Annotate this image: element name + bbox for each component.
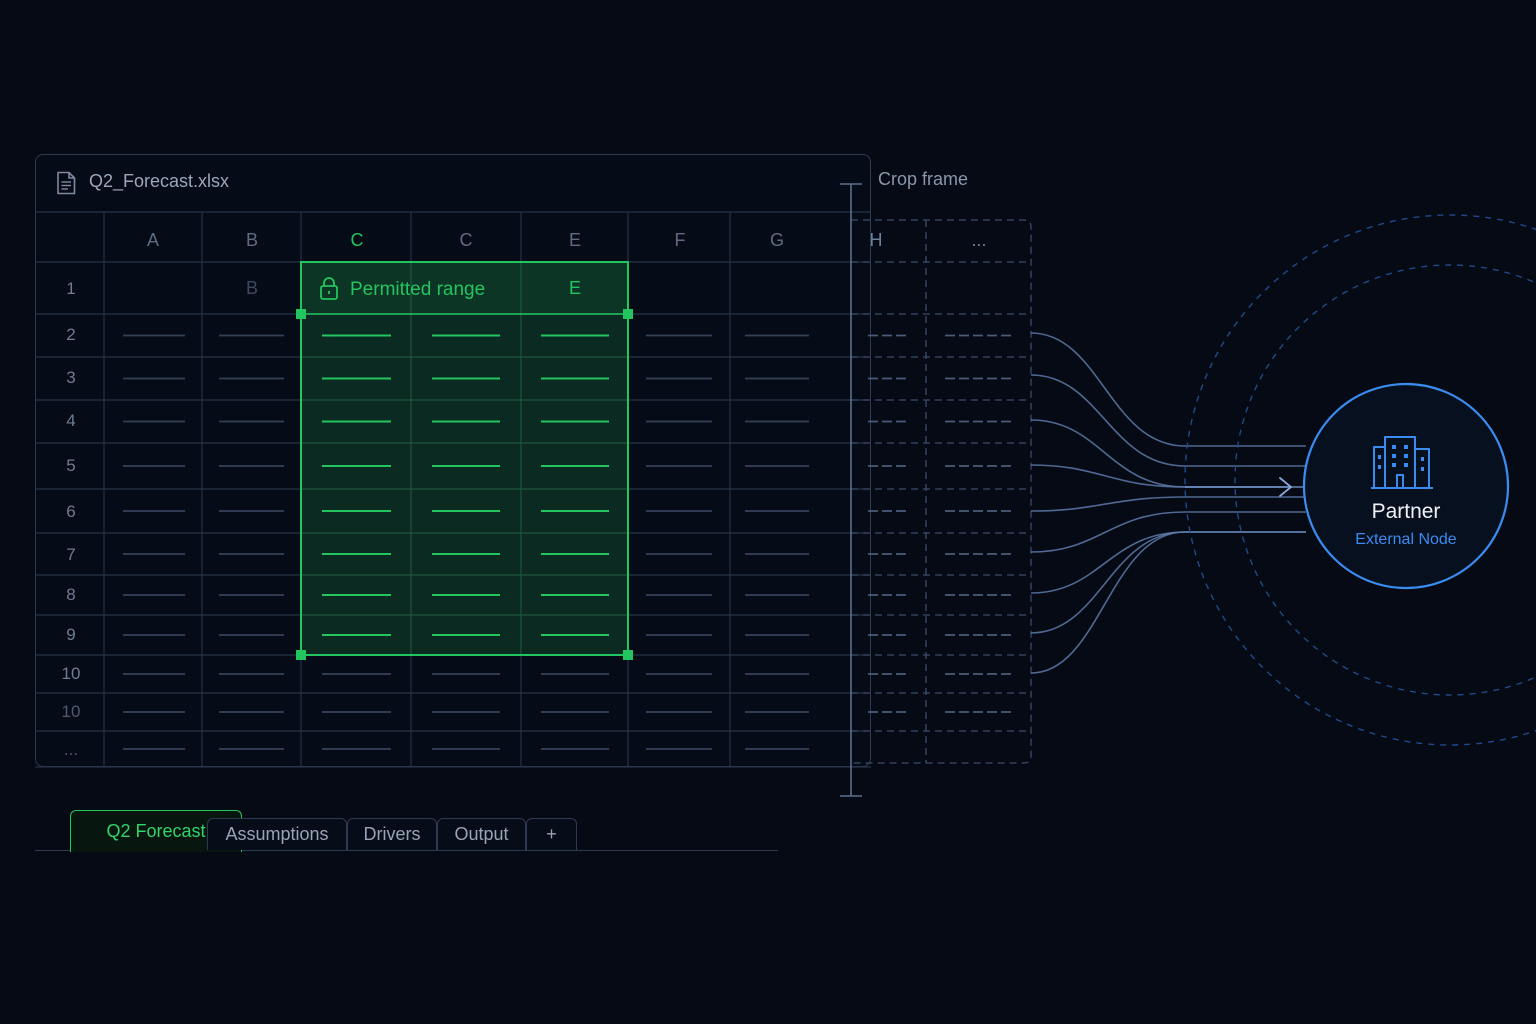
- flow-arrowhead: [1279, 477, 1293, 497]
- window-title-bar: Q2_Forecast.xlsx: [35, 154, 851, 212]
- diagram-stage: Q2_Forecast.xlsx Crop frame A B C C E F G H... 1…: [0, 0, 1536, 1024]
- file-name: Q2_Forecast.xlsx: [89, 171, 230, 191]
- building-icon-window: [1392, 463, 1396, 467]
- building-icon-window: [1378, 455, 1381, 459]
- column-header-label: H: [870, 230, 883, 250]
- data-flow-line: [1030, 374, 1306, 467]
- spreadsheet-window: [35, 154, 871, 767]
- tab-drivers[interactable]: Drivers: [347, 818, 437, 850]
- building-icon: [1371, 436, 1433, 489]
- data-flow-line: [1030, 419, 1306, 488]
- inner-dashed-ring: [1234, 264, 1536, 696]
- building-icon-right-wing: [1415, 448, 1430, 488]
- building-icon-window: [1404, 463, 1408, 467]
- dashed-extension-border: [851, 219, 1032, 764]
- partner-subtitle: External Node: [1355, 531, 1457, 548]
- building-icon-window: [1404, 454, 1408, 458]
- data-flow-line: [1030, 464, 1306, 488]
- crop-frame-label: Crop frame: [878, 169, 969, 189]
- data-flow-line: [1030, 496, 1306, 512]
- building-icon-window: [1421, 457, 1424, 461]
- partner-node-circle: [1302, 382, 1510, 590]
- data-flow-line: [1030, 531, 1306, 594]
- building-icon-window: [1392, 454, 1396, 458]
- building-icon-left-wing: [1373, 446, 1385, 488]
- building-icon-door: [1396, 474, 1404, 488]
- building-icon-window: [1378, 465, 1381, 469]
- tab-output[interactable]: Output: [437, 818, 526, 850]
- building-icon-window: [1392, 445, 1396, 449]
- sheet-tab-bar: Q2 Forecast Assumptions Drivers Output +: [35, 808, 780, 854]
- building-icon-tower: [1384, 436, 1416, 488]
- data-flow-line: [1030, 531, 1306, 634]
- add-sheet-button[interactable]: +: [526, 818, 577, 850]
- document-icon: [57, 171, 76, 195]
- data-flow-line: [1030, 531, 1306, 674]
- building-icon-window: [1404, 445, 1408, 449]
- building-icon-window: [1421, 467, 1424, 471]
- column-header-label: ...: [971, 230, 986, 250]
- outer-dashed-ring: [1184, 214, 1536, 746]
- data-flow-line: [1030, 511, 1306, 553]
- partner-title: Partner: [1371, 500, 1441, 523]
- tab-assumptions[interactable]: Assumptions: [207, 818, 347, 850]
- data-flow-line: [1030, 332, 1306, 447]
